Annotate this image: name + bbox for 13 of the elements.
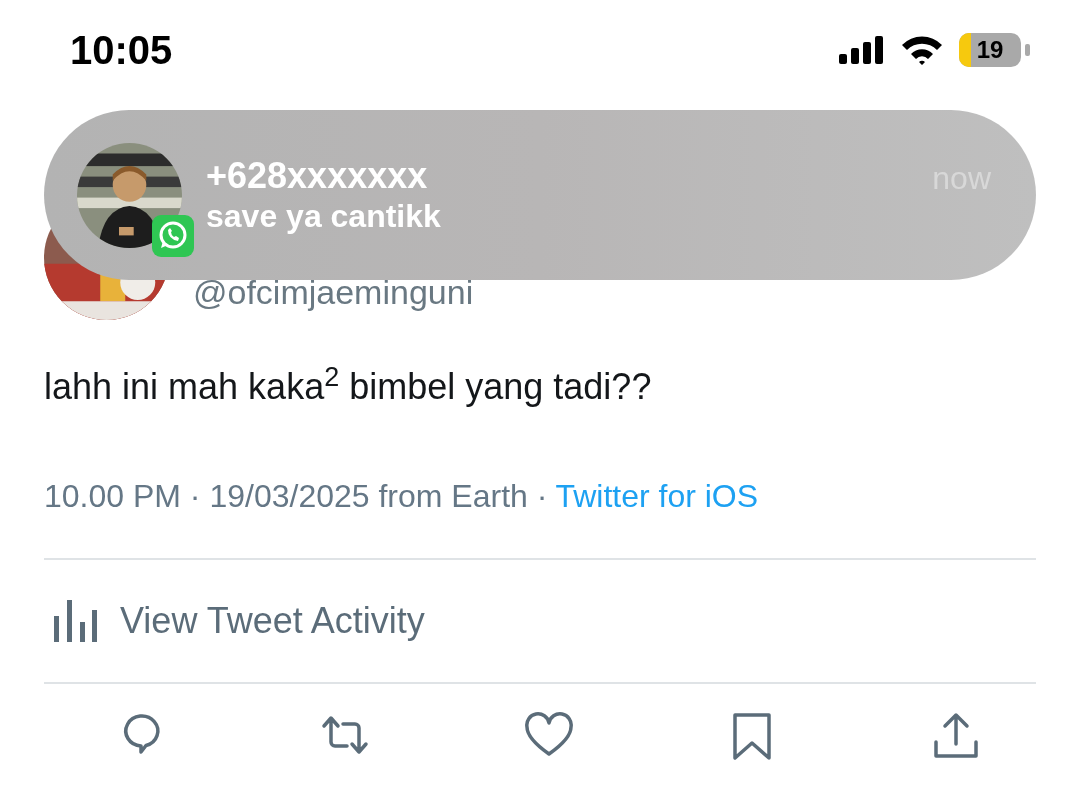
message-preview: save ya cantikk: [206, 197, 442, 236]
chat-app-icon: [152, 214, 194, 257]
view-activity-link[interactable]: View Tweet Activity: [120, 594, 425, 648]
sender-name: +628xxxxxxx: [206, 154, 429, 198]
wifi-icon: [901, 35, 943, 65]
bar-chart-icon: [52, 598, 98, 644]
signal-icon: [839, 36, 885, 64]
battery-cap-icon: [1025, 44, 1030, 56]
source-link[interactable]: Twitter for iOS: [555, 472, 759, 520]
tweet-timestamp: 10.00 PM · 19/03/2025 from Earth ·: [44, 477, 548, 516]
clock-time: 10:05: [70, 27, 173, 74]
tweet-text: lahh ini mah kaka$^{2}$ bimbel yang tadi??: [44, 360, 653, 409]
battery-icon: 19: [959, 33, 1021, 67]
